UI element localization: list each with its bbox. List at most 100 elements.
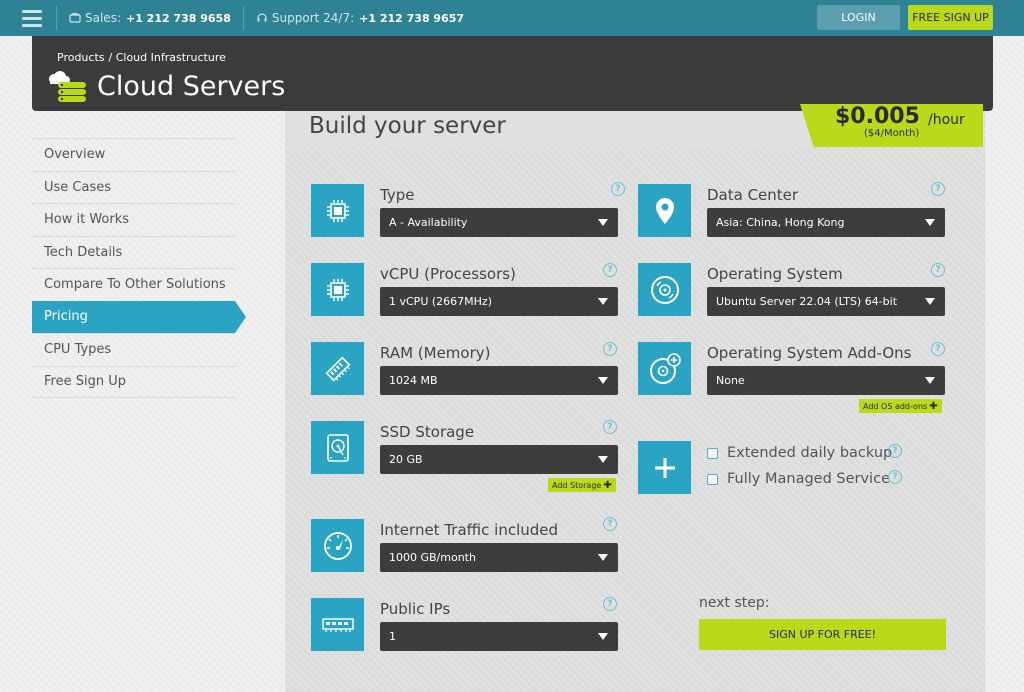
type-select[interactable]: A - Availability: [380, 208, 618, 237]
plus-icon: ✚: [929, 400, 938, 412]
public-ips-select[interactable]: 1: [380, 622, 618, 651]
free-signup-button[interactable]: FREE SIGN UP: [908, 5, 993, 30]
support-label: Support 24/7:: [271, 11, 355, 25]
sales-contact: Sales: +1 212 738 9658: [69, 11, 231, 25]
sidebar-nav: Overview Use Cases How it Works Tech Det…: [32, 138, 247, 398]
os-select[interactable]: Ubuntu Server 22.04 (LTS) 64-bit: [707, 287, 945, 316]
breadcrumb-products[interactable]: Products: [57, 51, 105, 64]
sidebar-item-free-sign-up[interactable]: Free Sign Up: [32, 365, 235, 398]
price-month: ($4/Month): [864, 128, 920, 139]
ssd-value: 20 GB: [389, 453, 423, 466]
traffic-select[interactable]: 1000 GB/month: [380, 543, 618, 572]
option-ssd-storage: SSD Storage ? 20 GB Add Storage ✚: [311, 420, 631, 493]
price-value: $0.005: [835, 104, 920, 129]
help-icon[interactable]: ?: [888, 470, 902, 484]
data-center-select[interactable]: Asia: China, Hong Kong: [707, 208, 945, 237]
sign-up-free-button[interactable]: SIGN UP FOR FREE!: [699, 619, 946, 650]
dropdown-caret-icon: [598, 456, 608, 463]
divider: [242, 6, 244, 30]
builder-header: Build your server $0.005 /hour ($4/Month…: [285, 104, 985, 155]
sidebar-item-overview[interactable]: Overview: [32, 138, 235, 171]
page-header: Products / Cloud Infrastructure Cloud Ser…: [32, 36, 993, 111]
option-type: Type ? A - Availability: [311, 182, 631, 237]
add-storage-label: Add Storage: [552, 480, 602, 490]
breadcrumb: Products / Cloud Infrastructure: [57, 51, 230, 64]
chip-icon: [311, 263, 364, 316]
disc-plus-icon: [638, 342, 691, 395]
managed-service-option[interactable]: Fully Managed Service: [707, 471, 890, 487]
help-icon[interactable]: ?: [931, 342, 945, 356]
os-value: Ubuntu Server 22.04 (LTS) 64-bit: [716, 295, 898, 308]
vcpu-select[interactable]: 1 vCPU (2667MHz): [380, 287, 618, 316]
dropdown-caret-icon: [598, 219, 608, 226]
sidebar-item-pricing[interactable]: Pricing: [32, 300, 246, 333]
managed-service-checkbox[interactable]: [707, 473, 718, 485]
managed-service-label: Fully Managed Service: [727, 471, 890, 487]
dropdown-caret-icon: [925, 377, 935, 384]
divider: [56, 6, 57, 30]
add-os-addons-label: Add OS add-ons: [863, 401, 928, 411]
help-icon[interactable]: ?: [931, 263, 945, 277]
help-icon[interactable]: ?: [888, 444, 902, 458]
speedometer-icon: [311, 519, 364, 572]
add-storage-button[interactable]: Add Storage ✚: [548, 478, 616, 492]
memory-icon: [311, 342, 364, 395]
plus-icon: ✚: [603, 479, 612, 491]
next-step-label: next step:: [699, 595, 770, 611]
login-button[interactable]: LOGIN: [817, 5, 900, 30]
sidebar-item-use-cases[interactable]: Use Cases: [32, 170, 235, 204]
traffic-label: Internet Traffic included: [380, 521, 559, 539]
type-label: Type: [380, 186, 415, 204]
extended-backup-checkbox[interactable]: [707, 447, 718, 459]
help-icon[interactable]: ?: [603, 517, 617, 531]
help-icon[interactable]: ?: [603, 597, 617, 611]
option-ram: RAM (Memory) ? 1024 MB: [311, 342, 631, 395]
sidebar-item-cpu-types[interactable]: CPU Types: [32, 333, 235, 366]
help-icon[interactable]: ?: [603, 263, 617, 277]
help-icon[interactable]: ?: [611, 182, 625, 196]
help-icon[interactable]: ?: [603, 342, 617, 356]
os-label: Operating System: [707, 265, 843, 283]
builder-title: Build your server: [309, 113, 506, 139]
os-addons-label: Operating System Add-Ons: [707, 344, 912, 362]
option-operating-system: Operating System ? Ubuntu Server 22.04 (…: [638, 263, 958, 316]
extended-backup-label: Extended daily backup: [727, 445, 893, 461]
support-number[interactable]: +1 212 738 9657: [359, 12, 464, 25]
ram-select[interactable]: 1024 MB: [380, 366, 618, 395]
sidebar-item-compare[interactable]: Compare To Other Solutions: [32, 268, 235, 301]
breadcrumb-cloud-infrastructure[interactable]: / Cloud Infrastructure: [109, 51, 226, 64]
sidebar-item-how-it-works[interactable]: How it Works: [32, 203, 235, 236]
public-ips-label: Public IPs: [380, 600, 451, 618]
dropdown-caret-icon: [598, 554, 608, 561]
page-title: Cloud Servers: [97, 71, 286, 102]
hamburger-menu-icon[interactable]: [20, 0, 44, 36]
map-pin-icon: [638, 184, 691, 237]
dropdown-caret-icon: [925, 219, 935, 226]
server-builder: Build your server $0.005 /hour ($4/Month…: [285, 104, 985, 692]
os-addons-select[interactable]: None: [707, 366, 945, 395]
traffic-value: 1000 GB/month: [389, 551, 476, 564]
os-addons-value: None: [716, 374, 745, 387]
option-data-center: Data Center ? Asia: China, Hong Kong: [638, 182, 958, 237]
headset-icon: [257, 13, 267, 22]
vcpu-label: vCPU (Processors): [380, 265, 516, 283]
option-internet-traffic: Internet Traffic included ? 1000 GB/mont…: [311, 517, 631, 572]
chip-icon: [311, 184, 364, 237]
extended-backup-option[interactable]: Extended daily backup: [707, 445, 892, 461]
add-os-addons-button[interactable]: Add OS add-ons ✚: [859, 399, 942, 413]
top-bar: Sales: +1 212 738 9658 Support 24/7: +1 …: [0, 0, 1024, 36]
ssd-select[interactable]: 20 GB: [380, 445, 618, 474]
sales-label: Sales:: [85, 11, 121, 25]
ram-value: 1024 MB: [389, 374, 438, 387]
sidebar-item-tech-details[interactable]: Tech Details: [32, 235, 235, 269]
help-icon[interactable]: ?: [931, 182, 945, 196]
plus-icon: [638, 441, 691, 494]
help-icon[interactable]: ?: [603, 420, 617, 434]
public-ips-value: 1: [389, 630, 396, 643]
option-os-addons: Operating System Add-Ons ? None Add OS a…: [638, 342, 958, 414]
type-value: A - Availability: [389, 216, 468, 229]
builder-body: Type ? A - Availability vCPU (Processors…: [285, 147, 985, 692]
dropdown-caret-icon: [598, 377, 608, 384]
phone-icon: [69, 12, 81, 23]
sales-number[interactable]: +1 212 738 9658: [126, 12, 231, 25]
